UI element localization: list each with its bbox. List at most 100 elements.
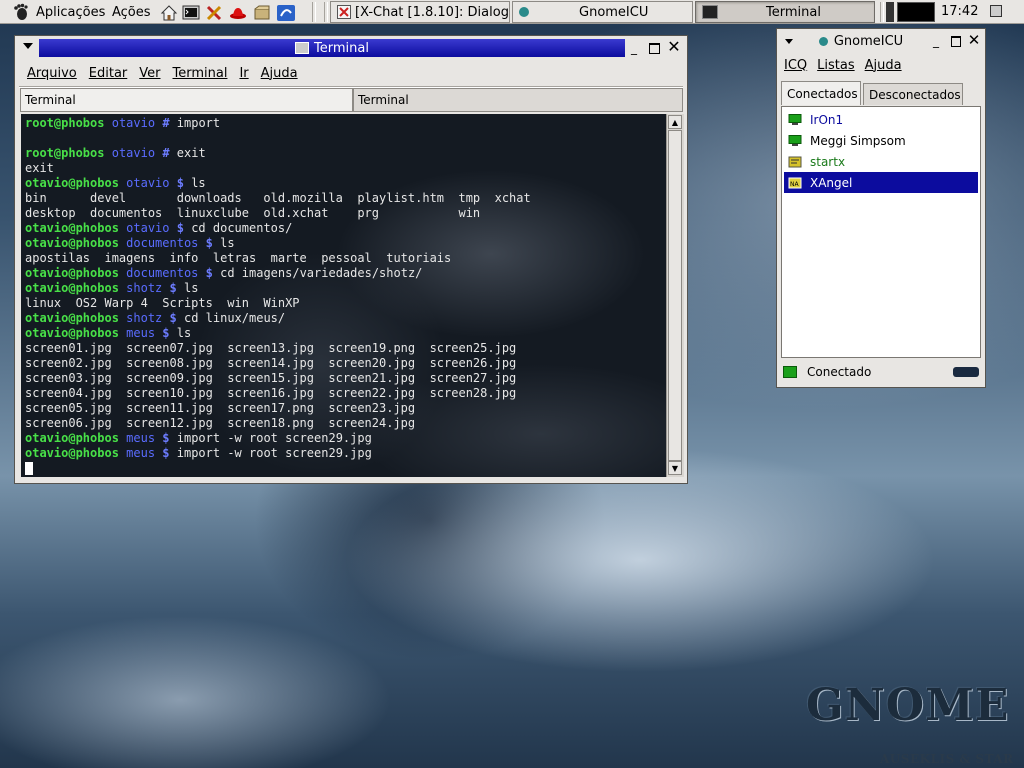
maximize-icon[interactable] <box>647 41 661 55</box>
package-icon[interactable] <box>251 2 273 24</box>
prompt-dir: otavio <box>111 116 156 130</box>
minimize-icon[interactable]: _ <box>929 34 943 48</box>
terminal-line: apostilas imagens info letras marte pess… <box>25 251 666 266</box>
maximize-icon[interactable] <box>949 34 963 48</box>
menu-editar[interactable]: Editar <box>89 66 128 81</box>
prompt-dir: shotz <box>126 281 163 295</box>
close-icon[interactable]: ✕ <box>967 33 981 48</box>
contact-name: XAngel <box>810 175 853 190</box>
terminal-text: bin devel downloads old.mozilla playlist… <box>25 191 531 205</box>
xchat-icon <box>337 5 351 19</box>
contact-item[interactable]: startx <box>784 151 978 172</box>
scroll-down-icon[interactable]: ▼ <box>668 461 682 475</box>
terminal-text: import -w root screen29.jpg <box>169 431 372 445</box>
na-icon: NA <box>788 177 802 189</box>
terminal-line: screen03.jpg screen09.jpg screen15.jpg s… <box>25 371 666 386</box>
tab-terminal-2[interactable]: Terminal <box>353 88 683 112</box>
panel-separator <box>880 2 884 22</box>
minimize-icon[interactable]: _ <box>627 41 641 55</box>
task-gnomeicu[interactable]: GnomeICU <box>512 1 693 23</box>
terminal-icon[interactable] <box>180 2 202 24</box>
prompt-dir: documentos <box>126 236 199 250</box>
task-xchat-label: [X-Chat [1.8.10]: Dialog w <box>355 4 510 20</box>
menu-arquivo[interactable]: Arquivo <box>27 66 77 81</box>
scroll-up-icon[interactable]: ▲ <box>668 115 682 129</box>
contact-list[interactable]: IrOn1 Meggi Simpsom startx NA XAngel <box>781 106 981 358</box>
monitor-icon[interactable] <box>275 2 297 24</box>
tab-terminal-1[interactable]: Terminal <box>20 88 353 112</box>
terminal-line: screen05.jpg screen11.jpg screen17.png s… <box>25 401 666 416</box>
contact-item[interactable]: NA XAngel <box>784 172 978 193</box>
gnome-logo: GNOME <box>806 680 1010 731</box>
menu-ajuda[interactable]: Ajuda <box>261 66 298 81</box>
gnomeicu-menubar: ICQ Listas Ajuda <box>779 54 979 76</box>
gnome-foot-icon <box>12 3 30 21</box>
prompt-symbol: $ <box>176 176 184 190</box>
applications-menu[interactable]: Aplicações <box>6 0 111 24</box>
tab-conectados[interactable]: Conectados <box>781 81 861 105</box>
window-menu-icon[interactable] <box>785 39 793 44</box>
terminal-text: screen03.jpg screen09.jpg screen15.jpg s… <box>25 371 517 385</box>
task-terminal[interactable]: Terminal <box>695 1 875 23</box>
prompt-symbol: $ <box>162 326 170 340</box>
terminal-text: screen02.jpg screen08.jpg screen14.jpg s… <box>25 356 517 370</box>
terminal-line: otavio@phobos meus $ ls <box>25 326 666 341</box>
panel-separator <box>312 2 316 22</box>
clock[interactable]: 17:42 <box>941 4 978 19</box>
contact-item[interactable]: Meggi Simpsom <box>784 130 978 151</box>
online-monitor-icon <box>783 366 797 378</box>
panel-separator <box>324 2 328 22</box>
terminal-text: screen01.jpg screen07.jpg screen13.jpg s… <box>25 341 517 355</box>
status-bar[interactable]: Conectado <box>783 362 979 382</box>
menu-ver[interactable]: Ver <box>139 66 160 81</box>
close-icon[interactable]: ✕ <box>667 39 681 55</box>
prompt-user: otavio@phobos <box>25 446 119 460</box>
task-gnomeicu-label: GnomeICU <box>579 4 649 20</box>
prompt-symbol: $ <box>162 446 170 460</box>
gnomeicu-titlebar[interactable]: GnomeICU <box>797 32 925 50</box>
online-monitor-icon <box>788 113 802 126</box>
tools-icon[interactable] <box>203 2 225 24</box>
system-monitor[interactable] <box>897 2 935 22</box>
redhat-icon[interactable] <box>227 2 249 24</box>
terminal-text: cd documentos/ <box>183 221 293 235</box>
task-xchat[interactable]: [X-Chat [1.8.10]: Dialog w <box>330 1 510 23</box>
menu-ir[interactable]: Ir <box>239 66 248 81</box>
menu-ajuda[interactable]: Ajuda <box>865 58 902 73</box>
terminal-line: otavio@phobos shotz $ cd linux/meus/ <box>25 311 666 326</box>
terminal-line: otavio@phobos meus $ import -w root scre… <box>25 446 666 461</box>
prompt-user: otavio@phobos <box>25 176 119 190</box>
menu-listas[interactable]: Listas <box>817 58 854 73</box>
menu-terminal[interactable]: Terminal <box>173 66 228 81</box>
scroll-thumb[interactable] <box>668 130 682 461</box>
window-menu-icon[interactable] <box>23 43 33 49</box>
contact-name: IrOn1 <box>810 112 844 127</box>
contact-item[interactable]: IrOn1 <box>784 109 978 130</box>
terminal-text: ls <box>176 281 199 295</box>
status-label: Conectado <box>807 365 872 379</box>
home-folder-icon[interactable] <box>158 2 180 24</box>
terminal-line: bin devel downloads old.mozilla playlist… <box>25 191 666 206</box>
terminal-line: root@phobos otavio # exit <box>25 146 666 161</box>
tab-desconectados[interactable]: Desconectados <box>863 83 963 105</box>
terminal-line: linux OS2 Warp 4 Scripts win WinXP <box>25 296 666 311</box>
prompt-user: root@phobos <box>25 116 105 130</box>
prompt-user: otavio@phobos <box>25 281 119 295</box>
terminal-line: screen06.jpg screen12.jpg screen18.png s… <box>25 416 666 431</box>
tab-terminal-2-label: Terminal <box>358 93 409 107</box>
actions-menu[interactable]: Ações <box>106 0 157 24</box>
prompt-user: otavio@phobos <box>25 326 119 340</box>
gnomeicu-icon <box>818 36 828 46</box>
menu-icq[interactable]: ICQ <box>784 58 807 73</box>
terminal-line: screen04.jpg screen10.jpg screen16.jpg s… <box>25 386 666 401</box>
terminal-text: desktop documentos linuxclube old.xchat … <box>25 206 481 220</box>
workspace-pager[interactable] <box>886 2 894 22</box>
terminal-window: Terminal _ ✕ Arquivo Editar Ver Terminal… <box>14 35 688 484</box>
status-indicator <box>953 367 979 377</box>
terminal-scrollbar[interactable]: ▲ ▼ <box>666 114 684 477</box>
terminal-titlebar[interactable]: Terminal <box>39 39 625 57</box>
terminal-output[interactable]: root@phobos otavio # import root@phobos o… <box>21 114 666 477</box>
window-list-icon[interactable] <box>990 5 1002 17</box>
text-cursor <box>25 462 33 475</box>
